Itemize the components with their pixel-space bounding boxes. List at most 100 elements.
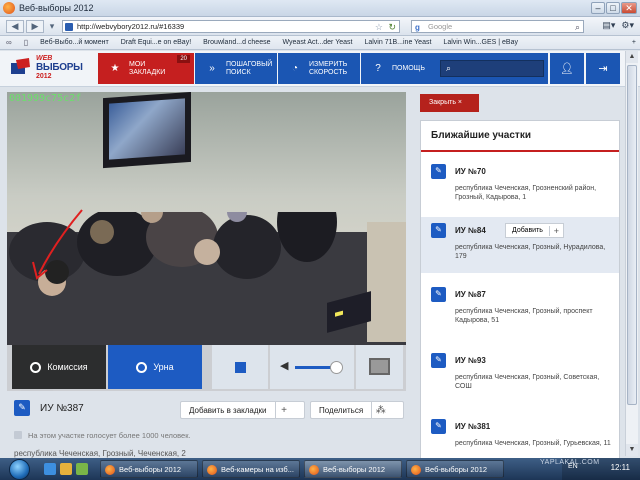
url-text: http://webvybory2012.ru/#16339 — [77, 22, 185, 31]
favicon — [65, 23, 73, 31]
nearby-station-address: республика Чеченская, Грозненский район,… — [455, 185, 597, 201]
nearby-station-item[interactable]: ✎ ИУ №84 Добавить + республика Чеченская… — [421, 217, 619, 273]
add-station-label: Добавить — [512, 227, 543, 234]
address-bar[interactable]: http://webvybory2012.ru/#16339 ☆ ↻ — [62, 20, 400, 33]
back-icon: ◀ — [11, 21, 19, 31]
nearby-station-item[interactable]: ✎ ИУ №93 республика Чеченская, Грозный, … — [421, 347, 619, 403]
share-icon: ⁂ — [371, 402, 389, 418]
tools-icon[interactable]: ⚙▾ — [621, 20, 634, 31]
search-icon[interactable]: ⌕ — [575, 21, 580, 33]
close-video-button[interactable]: Закрыть × — [420, 94, 479, 112]
search-placeholder: Google — [428, 22, 453, 31]
logo-vybory: ВЫБОРЫ — [36, 62, 83, 73]
user-icon: 👤︎ — [560, 63, 574, 75]
page-scrollbar[interactable]: ▲ ▼ — [625, 51, 638, 456]
search-bar[interactable]: g Google ⌕ — [411, 20, 584, 33]
minimize-button[interactable]: – — [591, 2, 605, 14]
ballot-icon: ✎ — [431, 223, 446, 238]
logout-button[interactable]: ⇥ — [586, 53, 620, 84]
ballot-icon: ✎ — [431, 164, 446, 179]
taskbar-item[interactable]: Веб-камеры на изб... — [202, 460, 300, 478]
eye-icon — [30, 361, 42, 373]
bookmark-item[interactable]: Lalvin Win...GES | eBay — [443, 39, 518, 46]
back-button[interactable]: ◀ — [6, 20, 24, 33]
help-icon: ? — [375, 62, 381, 74]
explorer-icon[interactable] — [60, 463, 72, 475]
reload-icon[interactable]: ↻ — [388, 21, 396, 33]
commission-camera-button[interactable]: Комиссия — [12, 345, 106, 389]
new-tab-icon[interactable]: + — [632, 39, 640, 46]
ie-icon[interactable] — [44, 463, 56, 475]
heading-divider — [421, 150, 619, 152]
stop-icon — [234, 361, 246, 373]
nearby-stations-panel: Ближайшие участки ✎ ИУ №70 республика Че… — [420, 120, 620, 460]
window-controls: – □ ✕ — [591, 2, 637, 14]
logo-ballot-icon — [11, 58, 30, 74]
add-station-button[interactable]: Добавить + — [505, 223, 564, 238]
ballot-icon: ✎ — [14, 400, 30, 416]
toolbar-icons: ▤▾ ⚙▾ — [602, 20, 634, 31]
site-search-input[interactable]: ⌕ — [440, 60, 544, 77]
taskbar-item[interactable]: Веб-выборы 2012 — [406, 460, 504, 478]
video-controls: Комиссия Урна ◀ — [7, 345, 406, 391]
start-button[interactable] — [9, 459, 30, 480]
maximize-button[interactable]: □ — [606, 2, 620, 14]
bookmarks-count-badge: 20 — [177, 55, 190, 63]
share-button[interactable]: Поделиться ⁂ — [310, 401, 404, 419]
menu-help[interactable]: ? ПОМОЩЬ — [361, 53, 433, 84]
add-bookmark-button[interactable]: Добавить в закладки + — [180, 401, 305, 419]
menu-measure-speed-label: ИЗМЕРИТЬ СКОРОСТЬ — [309, 60, 348, 76]
clock[interactable]: 12:11 — [611, 463, 630, 472]
bookmark-item[interactable]: Brouwland...d cheese — [203, 39, 270, 46]
bookmarks-glasses-icon[interactable]: ∞ — [6, 38, 12, 47]
forward-icon: ▶ — [31, 21, 39, 31]
bookmark-item[interactable]: Draft Equi...e on eBay! — [121, 39, 191, 46]
nearby-station-address: республика Чеченская, Грозный, Гурьевска… — [455, 440, 611, 447]
station-note-text: На этом участке голосует более 1000 чело… — [28, 431, 191, 440]
fullscreen-button[interactable] — [356, 345, 403, 389]
close-window-button[interactable]: ✕ — [621, 2, 637, 14]
nearby-station-item[interactable]: ✎ ИУ №381 республика Чеченская, Грозный,… — [421, 413, 619, 459]
menu-measure-speed[interactable]: ◔ ИЗМЕРИТЬ СКОРОСТЬ — [278, 53, 360, 84]
volume-knob[interactable] — [330, 361, 343, 374]
user-button[interactable]: 👤︎ — [550, 53, 584, 84]
share-label: Поделиться — [319, 405, 364, 415]
nearby-station-name: ИУ №70 — [455, 167, 486, 176]
fullscreen-icon — [369, 358, 390, 375]
stop-button[interactable] — [212, 345, 268, 389]
page-menu-icon[interactable]: ▤▾ — [602, 20, 615, 31]
menu-step-search-label: ПОШАГОВЫЙ ПОИСК — [226, 60, 273, 76]
search-icon: ⌕ — [446, 63, 452, 73]
volume-control[interactable]: ◀ — [270, 345, 354, 389]
star-icon: ★ — [110, 62, 120, 74]
menu-my-bookmarks[interactable]: ★ МОИ ЗАКЛАДКИ 20 — [98, 53, 194, 84]
bookmarks-book-icon[interactable]: ▯ — [24, 38, 28, 47]
google-icon: g — [415, 23, 420, 32]
window-titlebar: Веб-выборы 2012 – □ ✕ — [0, 0, 640, 17]
menu-step-search[interactable]: » ПОШАГОВЫЙ ПОИСК — [195, 53, 277, 84]
ballot-icon: ✎ — [431, 287, 446, 302]
taskbar-item[interactable]: Веб-выборы 2012 — [100, 460, 198, 478]
camera-id: 001999c75c2f — [9, 93, 82, 104]
site-logo[interactable]: WEB ВЫБОРЫ 2012 — [6, 54, 92, 82]
nearby-heading: Ближайшие участки — [431, 130, 531, 141]
search-arrows-icon: » — [209, 62, 215, 74]
bookmark-item[interactable]: Веб-Выбо...й момент — [40, 39, 109, 46]
forward-button[interactable]: ▶ — [26, 20, 44, 33]
urn-label: Урна — [153, 362, 174, 372]
logo-web: WEB — [36, 55, 53, 62]
star-icon[interactable]: ☆ — [375, 21, 383, 33]
nearby-station-item[interactable]: ✎ ИУ №87 республика Чеченская, Грозный, … — [421, 281, 619, 337]
history-dropdown[interactable]: ▾ — [46, 20, 58, 33]
scroll-up-icon[interactable]: ▲ — [626, 51, 638, 63]
taskbar-item[interactable]: Веб-выборы 2012 — [304, 460, 402, 478]
speaker-icon[interactable]: ◀ — [280, 359, 288, 372]
nearby-station-item[interactable]: ✎ ИУ №70 республика Чеченская, Грозненск… — [421, 158, 619, 214]
scroll-down-icon[interactable]: ▼ — [626, 444, 638, 456]
media-icon[interactable] — [76, 463, 88, 475]
scroll-thumb[interactable] — [627, 65, 637, 405]
plus-icon: + — [274, 402, 293, 418]
urn-camera-button[interactable]: Урна — [108, 345, 202, 389]
bookmark-item[interactable]: Lalvin 71B...ine Yeast — [364, 39, 431, 46]
bookmark-item[interactable]: Wyeast Act...der Yeast — [282, 39, 352, 46]
